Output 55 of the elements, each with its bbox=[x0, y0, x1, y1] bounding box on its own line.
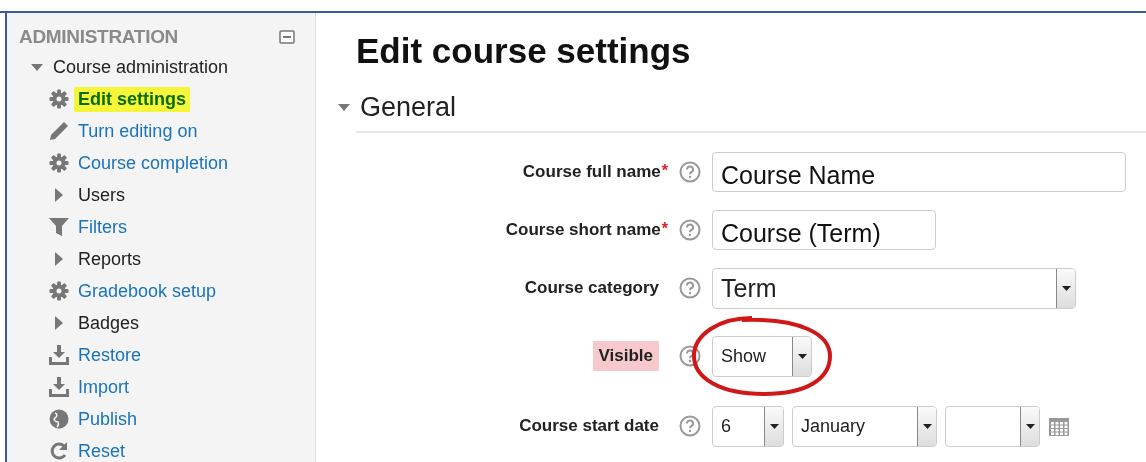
page-title: Edit course settings bbox=[356, 31, 692, 72]
text-field[interactable]: Course (Term) bbox=[712, 210, 936, 250]
gear-icon bbox=[49, 89, 69, 109]
field-label: Course start date bbox=[519, 416, 659, 436]
field-label: Visible bbox=[592, 341, 659, 371]
expand-icon[interactable] bbox=[54, 316, 64, 330]
field-label: Course full name bbox=[522, 162, 661, 182]
required-mark: * bbox=[661, 162, 668, 180]
globe-icon bbox=[49, 409, 69, 429]
gear-icon bbox=[49, 281, 69, 301]
section-label[interactable]: Course administration bbox=[53, 56, 229, 78]
expand-icon[interactable] bbox=[54, 252, 64, 266]
required-mark: * bbox=[661, 220, 668, 238]
menu-link[interactable]: Import bbox=[74, 374, 133, 400]
pencil-icon bbox=[49, 121, 69, 141]
menu-link[interactable]: Filters bbox=[74, 214, 131, 240]
help-icon[interactable] bbox=[679, 161, 701, 183]
caret-icon bbox=[797, 353, 807, 359]
collapse-icon[interactable] bbox=[279, 30, 295, 44]
help-icon[interactable] bbox=[679, 415, 701, 437]
caret-icon bbox=[922, 423, 932, 429]
collapse-triangle-icon[interactable] bbox=[338, 101, 350, 113]
download-icon bbox=[49, 345, 69, 365]
menu-link[interactable]: Reports bbox=[74, 246, 146, 272]
download-icon bbox=[49, 377, 69, 397]
menu-link[interactable]: Badges bbox=[74, 310, 144, 336]
calendar-icon[interactable] bbox=[1048, 415, 1070, 437]
menu-link[interactable]: Turn editing on bbox=[74, 118, 202, 144]
dropdown[interactable]: Show bbox=[712, 335, 812, 377]
dropdown[interactable]: January bbox=[792, 405, 937, 447]
field-label: Course short name bbox=[505, 220, 661, 240]
sidebar-title: ADMINISTRATION bbox=[19, 26, 179, 48]
menu-link[interactable]: Reset bbox=[74, 438, 130, 462]
dropdown[interactable]: 6 bbox=[712, 405, 784, 447]
caret-icon bbox=[769, 423, 779, 429]
field-label: Course category bbox=[524, 278, 659, 298]
reset-icon bbox=[49, 441, 69, 461]
section-title[interactable]: General bbox=[360, 91, 457, 123]
text-field[interactable]: Course Name bbox=[712, 152, 1126, 192]
gear-icon bbox=[49, 153, 69, 173]
dropdown[interactable]: Term bbox=[712, 267, 1076, 309]
menu-link[interactable]: Users bbox=[74, 182, 129, 208]
collapse-triangle-icon[interactable] bbox=[31, 61, 43, 73]
menu-link[interactable]: Publish bbox=[74, 406, 142, 432]
help-icon[interactable] bbox=[679, 277, 701, 299]
caret-icon bbox=[1025, 423, 1035, 429]
menu-link[interactable]: Gradebook setup bbox=[74, 278, 221, 304]
help-icon[interactable] bbox=[679, 345, 701, 367]
menu-link[interactable]: Edit settings bbox=[74, 86, 190, 112]
filter-icon bbox=[49, 217, 69, 237]
help-icon[interactable] bbox=[679, 219, 701, 241]
caret-icon bbox=[1061, 285, 1071, 291]
menu-link[interactable]: Course completion bbox=[74, 150, 233, 176]
menu-link[interactable]: Restore bbox=[74, 342, 146, 368]
expand-icon[interactable] bbox=[54, 188, 64, 202]
